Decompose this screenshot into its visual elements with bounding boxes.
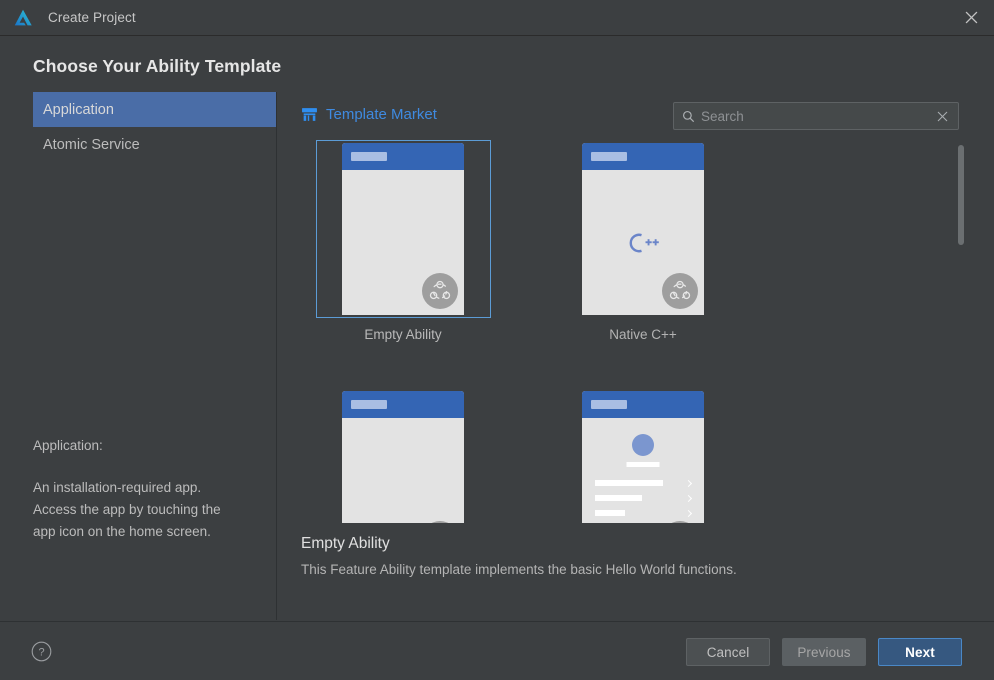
cpp-logo-icon	[629, 233, 659, 252]
selected-template-name: Empty Ability	[301, 535, 390, 552]
sidebar-item-label: Atomic Service	[43, 136, 140, 153]
sidebar-item-atomic-service[interactable]: Atomic Service	[33, 127, 276, 162]
template-thumbnail[interactable]	[556, 388, 731, 523]
phone-body	[342, 170, 464, 315]
title-bar: Create Project	[0, 0, 994, 36]
create-project-dialog: Create Project Choose Your Ability Templ…	[0, 0, 994, 680]
template-grid-scrollbar[interactable]	[958, 140, 964, 523]
ability-badge-icon	[662, 273, 698, 309]
template-label: Native C++	[609, 327, 677, 342]
phone-header-bar	[342, 391, 464, 418]
search-input[interactable]	[701, 108, 931, 124]
template-market-link[interactable]: Template Market	[301, 106, 437, 123]
template-label: Empty Ability	[364, 327, 442, 342]
sidebar-description-title: Application:	[33, 438, 103, 453]
phone-body	[342, 418, 464, 523]
phone-body	[582, 170, 704, 315]
search-box[interactable]	[673, 102, 959, 130]
help-question-icon[interactable]: ?	[31, 641, 52, 662]
list-item	[595, 509, 693, 517]
avatar-name-placeholder	[626, 462, 660, 467]
store-icon	[302, 108, 317, 121]
sidebar-item-label: Application	[43, 101, 114, 118]
phone-header-bar	[582, 143, 704, 170]
template-thumbnail[interactable]	[316, 388, 491, 523]
template-grid-viewport: Empty Ability Native C++	[278, 140, 994, 523]
sidebar-description: Application: An installation-required ap…	[33, 435, 258, 543]
phone-header-bar	[582, 391, 704, 418]
page-title: Choose Your Ability Template	[33, 56, 282, 76]
previous-button[interactable]: Previous	[782, 638, 866, 666]
sidebar-item-application[interactable]: Application	[33, 92, 276, 127]
template-thumbnail[interactable]	[315, 140, 491, 318]
template-thumbnail[interactable]	[556, 140, 731, 318]
phone-mockup	[342, 391, 464, 523]
selected-template-summary: This Feature Ability template implements…	[301, 562, 737, 577]
cancel-button[interactable]: Cancel	[686, 638, 770, 666]
phone-mockup	[342, 143, 464, 315]
phone-header-bar	[342, 143, 464, 170]
content-panel: Template Market Search Empty Ability Nat…	[278, 92, 994, 620]
avatar	[632, 434, 654, 456]
list-item	[595, 494, 693, 502]
phone-mockup	[582, 391, 704, 523]
template-card-row2-right[interactable]	[523, 388, 763, 523]
ability-badge-icon	[431, 521, 449, 523]
list-rows	[595, 479, 693, 523]
phone-body	[582, 418, 704, 523]
ability-badge-icon	[422, 273, 458, 309]
next-button[interactable]: Next	[878, 638, 962, 666]
window-title: Create Project	[48, 10, 136, 25]
search-icon	[682, 110, 695, 122]
template-grid: Empty Ability Native C++	[278, 140, 763, 523]
clear-x-icon[interactable]	[931, 105, 953, 127]
template-card-native-cpp[interactable]: Native C++	[523, 140, 763, 342]
template-market-label: Template Market	[326, 106, 437, 123]
deveco-logo-icon	[14, 9, 32, 25]
footer-bar: ? Cancel Previous Next	[0, 621, 994, 680]
template-card-empty-ability[interactable]: Empty Ability	[283, 140, 523, 342]
close-icon[interactable]	[948, 0, 994, 35]
scrollbar-thumb[interactable]	[958, 145, 964, 245]
chevron-right-icon	[684, 479, 693, 487]
chevron-right-icon	[684, 494, 693, 502]
sidebar-list: Application Atomic Service	[0, 92, 276, 162]
svg-text:?: ?	[38, 647, 44, 659]
sidebar-description-body: An installation-required app. Access the…	[33, 480, 221, 539]
selected-template-description: Empty Ability This Feature Ability templ…	[301, 535, 961, 577]
list-item	[595, 479, 693, 487]
ability-badge-icon	[671, 521, 689, 523]
footer-actions: Cancel Previous Next	[686, 638, 962, 666]
chevron-right-icon	[684, 509, 693, 517]
template-card-row2-left[interactable]	[283, 388, 523, 523]
sidebar: Application Atomic Service Application: …	[0, 92, 277, 620]
phone-mockup	[582, 143, 704, 315]
